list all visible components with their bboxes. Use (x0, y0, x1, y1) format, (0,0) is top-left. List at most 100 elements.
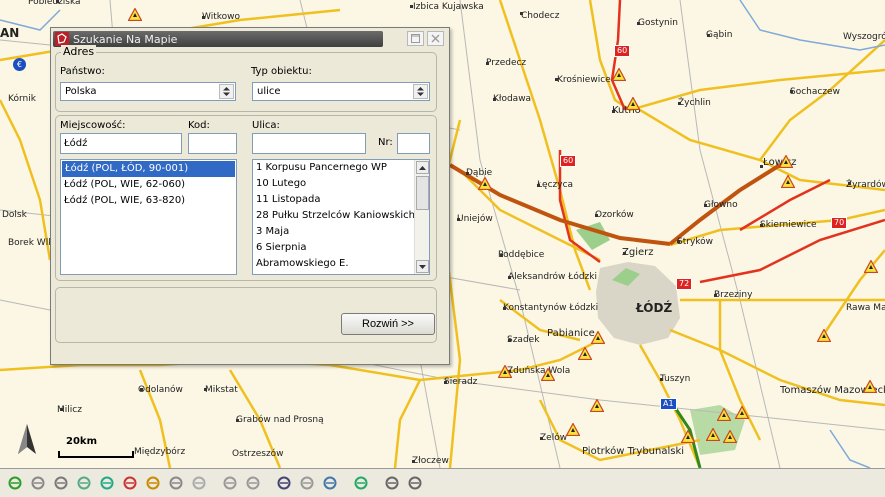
roadwork-warning-icon[interactable] (578, 347, 592, 360)
layers-icon (192, 476, 205, 490)
number-input[interactable] (397, 133, 430, 154)
place-label: Odolanów (138, 385, 183, 395)
city-input[interactable]: Łódź (60, 133, 182, 154)
object-type-select[interactable]: ulice (252, 82, 430, 101)
town-dot (444, 381, 447, 384)
roadwork-warning-icon[interactable] (478, 177, 492, 190)
hand-button[interactable] (96, 473, 117, 494)
gps-button[interactable] (350, 473, 371, 494)
street-input[interactable] (252, 133, 366, 154)
country-select[interactable]: Polska (60, 82, 236, 101)
street-list[interactable]: 1 Korpusu Pancernego WP 10 Lutego 11 Listo… (252, 159, 430, 275)
roadwork-warning-icon[interactable] (864, 260, 878, 273)
street-list-scrollbar[interactable] (414, 160, 429, 274)
roadwork-warning-icon[interactable] (681, 430, 695, 443)
location-icon (323, 476, 336, 490)
place-label: Pabianice (547, 328, 595, 339)
route-icon (123, 476, 136, 490)
roadwork-warning-icon[interactable] (723, 430, 737, 443)
roadwork-warning-icon[interactable] (735, 406, 749, 419)
up-down-arrows-icon (417, 87, 424, 96)
country-dropdown-button[interactable] (219, 84, 234, 99)
postcode-input[interactable] (188, 133, 237, 154)
print-button[interactable] (404, 473, 425, 494)
info-icon (385, 476, 398, 490)
gps-icon (354, 476, 367, 490)
search-map-button[interactable] (273, 473, 294, 494)
title-bar-fill[interactable]: Szukanie Na Mapie (53, 31, 383, 47)
object-type-dropdown-button[interactable] (413, 84, 428, 99)
zoom-in-button[interactable] (4, 473, 25, 494)
town-dot (537, 184, 540, 187)
layers-button[interactable] (188, 473, 209, 494)
scroll-down-button[interactable] (416, 260, 429, 273)
roadwork-warning-icon[interactable] (498, 365, 512, 378)
dialog-titlebar[interactable]: Szukanie Na Mapie (53, 30, 447, 48)
roadwork-warning-icon[interactable] (779, 155, 793, 168)
measure-button[interactable] (296, 473, 317, 494)
roadwork-warning-icon[interactable] (566, 423, 580, 436)
pan-button[interactable] (50, 473, 71, 494)
roadwork-warning-icon[interactable] (706, 428, 720, 441)
roadwork-warning-icon[interactable] (541, 368, 555, 381)
zoom-in-icon (8, 476, 21, 490)
address-legend: Adres (61, 45, 97, 58)
place-label: Kłodawa (493, 94, 532, 104)
location-button[interactable] (319, 473, 340, 494)
roadwork-warning-icon[interactable] (781, 175, 795, 188)
place-label: Witkowo (202, 12, 240, 22)
bottom-toolbar (0, 468, 885, 497)
address-group: Adres Państwo: Polska Typ obiektu: ulice (55, 45, 437, 112)
dialog-title: Szukanie Na Mapie (73, 32, 178, 46)
roadwork-warning-icon[interactable] (612, 68, 626, 81)
town-dot (412, 460, 415, 463)
town-dot (848, 182, 851, 185)
zoom-out-button[interactable] (27, 473, 48, 494)
roadwork-warning-icon[interactable] (717, 408, 731, 421)
town-dot (540, 437, 543, 440)
roadwork-warning-icon[interactable] (591, 331, 605, 344)
city-list-item[interactable]: Łódź (POL, WIE, 63-820) (61, 193, 236, 209)
zoom-extent-icon (77, 476, 90, 490)
street-list-item[interactable]: 6 Sierpnia (253, 240, 415, 256)
roadwork-warning-icon[interactable] (128, 8, 142, 21)
info-button[interactable] (381, 473, 402, 494)
clear-route-button[interactable] (165, 473, 186, 494)
country-value: Polska (65, 86, 97, 97)
close-button[interactable] (427, 31, 444, 46)
refresh-button[interactable] (242, 473, 263, 494)
street-list-item[interactable]: Abramowskiego E. (253, 256, 415, 272)
street-list-item[interactable]: 1 Korpusu Pancernego WP (253, 160, 415, 176)
place-label: Kórnik (8, 94, 36, 104)
town-dot (760, 165, 763, 168)
town-dot (714, 294, 717, 297)
street-list-item[interactable]: 10 Lutego (253, 176, 415, 192)
object-type-value: ulice (257, 86, 281, 97)
street-list-item[interactable]: 11 Listopada (253, 192, 415, 208)
road-shield: 70 (831, 217, 848, 229)
route-button[interactable] (119, 473, 140, 494)
waypoints-button[interactable] (142, 473, 163, 494)
roadwork-warning-icon[interactable] (817, 329, 831, 342)
street-list-item[interactable]: 3 Maja (253, 224, 415, 240)
roadwork-warning-icon[interactable] (863, 380, 877, 393)
city-list-item[interactable]: Łódź (POL, WIE, 62-060) (61, 177, 236, 193)
maximize-button[interactable] (407, 31, 424, 46)
zoom-extent-button[interactable] (73, 473, 94, 494)
town-dot (500, 254, 503, 257)
roadwork-warning-icon[interactable] (626, 97, 640, 110)
place-label: Zgierz (622, 247, 654, 258)
place-label: ŁÓDŹ (636, 301, 673, 315)
scroll-up-button[interactable] (416, 161, 429, 174)
town-dot (202, 16, 205, 19)
scroll-thumb[interactable] (416, 176, 429, 210)
city-list[interactable]: Łódź (POL, ŁÓD, 90-001) Łódź (POL, WIE, 6… (60, 159, 237, 275)
place-label: Chodecz (521, 11, 560, 21)
expand-button[interactable]: Rozwiń >> (341, 313, 435, 335)
place-label: Przedecz (486, 58, 527, 68)
town-dot (493, 98, 496, 101)
roadwork-warning-icon[interactable] (590, 399, 604, 412)
street-list-item[interactable]: 28 Pułku Strzelców Kaniowskich (253, 208, 415, 224)
rotate-button[interactable] (219, 473, 240, 494)
city-list-item[interactable]: Łódź (POL, ŁÓD, 90-001) (62, 161, 235, 177)
